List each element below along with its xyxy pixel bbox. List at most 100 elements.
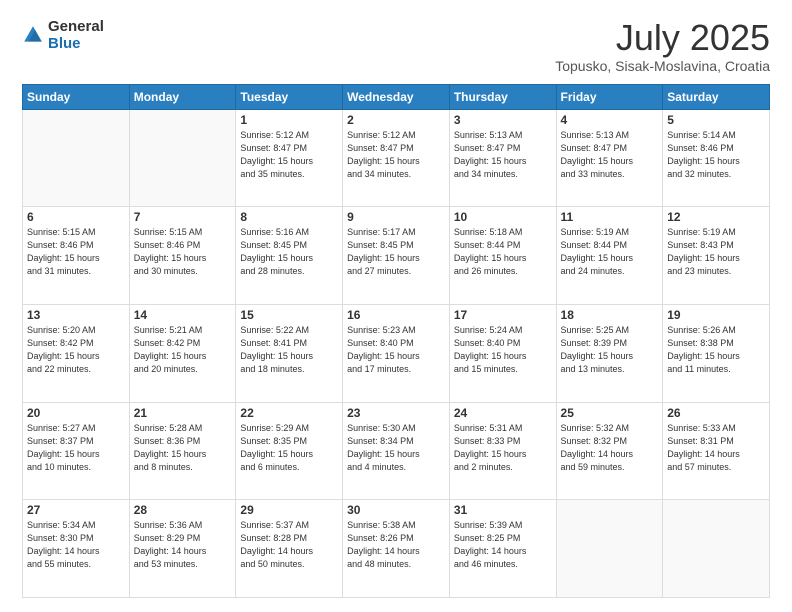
day-info: Sunrise: 5:24 AM Sunset: 8:40 PM Dayligh… <box>454 324 552 376</box>
day-info: Sunrise: 5:19 AM Sunset: 8:43 PM Dayligh… <box>667 226 765 278</box>
header-tuesday: Tuesday <box>236 84 343 109</box>
day-number: 24 <box>454 406 552 420</box>
day-cell-0-0 <box>23 109 130 207</box>
day-number: 14 <box>134 308 232 322</box>
day-number: 8 <box>240 210 338 224</box>
day-info: Sunrise: 5:34 AM Sunset: 8:30 PM Dayligh… <box>27 519 125 571</box>
day-info: Sunrise: 5:32 AM Sunset: 8:32 PM Dayligh… <box>561 422 659 474</box>
day-info: Sunrise: 5:20 AM Sunset: 8:42 PM Dayligh… <box>27 324 125 376</box>
day-info: Sunrise: 5:17 AM Sunset: 8:45 PM Dayligh… <box>347 226 445 278</box>
title-month: July 2025 <box>555 18 770 58</box>
day-number: 9 <box>347 210 445 224</box>
logo-blue: Blue <box>48 35 81 52</box>
day-info: Sunrise: 5:28 AM Sunset: 8:36 PM Dayligh… <box>134 422 232 474</box>
day-number: 27 <box>27 503 125 517</box>
day-info: Sunrise: 5:13 AM Sunset: 8:47 PM Dayligh… <box>454 129 552 181</box>
day-cell-1-1: 7Sunrise: 5:15 AM Sunset: 8:46 PM Daylig… <box>129 207 236 305</box>
day-info: Sunrise: 5:37 AM Sunset: 8:28 PM Dayligh… <box>240 519 338 571</box>
header-saturday: Saturday <box>663 84 770 109</box>
header-wednesday: Wednesday <box>343 84 450 109</box>
day-info: Sunrise: 5:12 AM Sunset: 8:47 PM Dayligh… <box>347 129 445 181</box>
day-info: Sunrise: 5:13 AM Sunset: 8:47 PM Dayligh… <box>561 129 659 181</box>
day-info: Sunrise: 5:14 AM Sunset: 8:46 PM Dayligh… <box>667 129 765 181</box>
day-cell-0-4: 3 Sunrise: 5:13 AM Sunset: 8:47 PM Daylig… <box>449 109 556 207</box>
logo-text: General Blue <box>48 18 104 53</box>
day-info: Sunrise: 5:26 AM Sunset: 8:38 PM Dayligh… <box>667 324 765 376</box>
day-cell-0-3: 2 Sunrise: 5:12 AM Sunset: 8:47 PM Daylig… <box>343 109 450 207</box>
day-number: 28 <box>134 503 232 517</box>
day-cell-4-0: 27 Sunrise: 5:34 AM Sunset: 8:30 PM Dayli… <box>23 500 130 598</box>
day-number: 20 <box>27 406 125 420</box>
day-cell-1-2: 8 Sunrise: 5:16 AM Sunset: 8:45 PM Daylig… <box>236 207 343 305</box>
day-info: Sunrise: 5:21 AM Sunset: 8:42 PM Dayligh… <box>134 324 232 376</box>
title-location: Topusko, Sisak-Moslavina, Croatia <box>555 58 770 74</box>
header-friday: Friday <box>556 84 663 109</box>
day-number: 17 <box>454 308 552 322</box>
day-info: Sunrise: 5:23 AM Sunset: 8:40 PM Dayligh… <box>347 324 445 376</box>
day-number: 15 <box>240 308 338 322</box>
day-cell-2-2: 15 Sunrise: 5:22 AM Sunset: 8:41 PM Dayli… <box>236 304 343 402</box>
day-number: 19 <box>667 308 765 322</box>
day-cell-2-5: 18Sunrise: 5:25 AM Sunset: 8:39 PM Dayli… <box>556 304 663 402</box>
week-row-1: 1Sunrise: 5:12 AM Sunset: 8:47 PM Daylig… <box>23 109 770 207</box>
day-cell-2-3: 16 Sunrise: 5:23 AM Sunset: 8:40 PM Dayli… <box>343 304 450 402</box>
day-number: 21 <box>134 406 232 420</box>
day-info: Sunrise: 5:19 AM Sunset: 8:44 PM Dayligh… <box>561 226 659 278</box>
page: General Blue July 2025 Topusko, Sisak-Mo… <box>0 0 792 612</box>
day-cell-0-2: 1Sunrise: 5:12 AM Sunset: 8:47 PM Daylig… <box>236 109 343 207</box>
day-number: 11 <box>561 210 659 224</box>
header-monday: Monday <box>129 84 236 109</box>
day-number: 23 <box>347 406 445 420</box>
title-block: July 2025 Topusko, Sisak-Moslavina, Croa… <box>555 18 770 74</box>
day-info: Sunrise: 5:16 AM Sunset: 8:45 PM Dayligh… <box>240 226 338 278</box>
day-cell-3-3: 23 Sunrise: 5:30 AM Sunset: 8:34 PM Dayli… <box>343 402 450 500</box>
day-info: Sunrise: 5:33 AM Sunset: 8:31 PM Dayligh… <box>667 422 765 474</box>
day-cell-1-4: 10Sunrise: 5:18 AM Sunset: 8:44 PM Dayli… <box>449 207 556 305</box>
day-cell-1-6: 12Sunrise: 5:19 AM Sunset: 8:43 PM Dayli… <box>663 207 770 305</box>
day-number: 25 <box>561 406 659 420</box>
header: General Blue July 2025 Topusko, Sisak-Mo… <box>22 18 770 74</box>
header-sunday: Sunday <box>23 84 130 109</box>
day-info: Sunrise: 5:29 AM Sunset: 8:35 PM Dayligh… <box>240 422 338 474</box>
day-cell-2-0: 13Sunrise: 5:20 AM Sunset: 8:42 PM Dayli… <box>23 304 130 402</box>
week-row-3: 13Sunrise: 5:20 AM Sunset: 8:42 PM Dayli… <box>23 304 770 402</box>
day-info: Sunrise: 5:39 AM Sunset: 8:25 PM Dayligh… <box>454 519 552 571</box>
day-info: Sunrise: 5:22 AM Sunset: 8:41 PM Dayligh… <box>240 324 338 376</box>
day-cell-4-1: 28Sunrise: 5:36 AM Sunset: 8:29 PM Dayli… <box>129 500 236 598</box>
day-number: 18 <box>561 308 659 322</box>
day-info: Sunrise: 5:38 AM Sunset: 8:26 PM Dayligh… <box>347 519 445 571</box>
day-cell-1-5: 11 Sunrise: 5:19 AM Sunset: 8:44 PM Dayli… <box>556 207 663 305</box>
day-number: 4 <box>561 113 659 127</box>
day-info: Sunrise: 5:30 AM Sunset: 8:34 PM Dayligh… <box>347 422 445 474</box>
day-cell-0-5: 4 Sunrise: 5:13 AM Sunset: 8:47 PM Daylig… <box>556 109 663 207</box>
day-cell-4-4: 31Sunrise: 5:39 AM Sunset: 8:25 PM Dayli… <box>449 500 556 598</box>
day-number: 30 <box>347 503 445 517</box>
day-cell-4-2: 29Sunrise: 5:37 AM Sunset: 8:28 PM Dayli… <box>236 500 343 598</box>
day-cell-3-4: 24Sunrise: 5:31 AM Sunset: 8:33 PM Dayli… <box>449 402 556 500</box>
week-row-4: 20Sunrise: 5:27 AM Sunset: 8:37 PM Dayli… <box>23 402 770 500</box>
day-number: 26 <box>667 406 765 420</box>
day-info: Sunrise: 5:12 AM Sunset: 8:47 PM Dayligh… <box>240 129 338 181</box>
day-number: 22 <box>240 406 338 420</box>
day-info: Sunrise: 5:15 AM Sunset: 8:46 PM Dayligh… <box>27 226 125 278</box>
logo-icon <box>22 24 44 46</box>
day-cell-1-3: 9 Sunrise: 5:17 AM Sunset: 8:45 PM Daylig… <box>343 207 450 305</box>
day-cell-2-6: 19 Sunrise: 5:26 AM Sunset: 8:38 PM Dayli… <box>663 304 770 402</box>
day-number: 3 <box>454 113 552 127</box>
day-number: 5 <box>667 113 765 127</box>
day-cell-3-5: 25 Sunrise: 5:32 AM Sunset: 8:32 PM Dayli… <box>556 402 663 500</box>
header-thursday: Thursday <box>449 84 556 109</box>
day-cell-3-2: 22 Sunrise: 5:29 AM Sunset: 8:35 PM Dayli… <box>236 402 343 500</box>
week-row-2: 6Sunrise: 5:15 AM Sunset: 8:46 PM Daylig… <box>23 207 770 305</box>
logo: General Blue <box>22 18 104 53</box>
day-cell-3-1: 21 Sunrise: 5:28 AM Sunset: 8:36 PM Dayli… <box>129 402 236 500</box>
logo-general: General <box>48 18 104 35</box>
day-cell-3-0: 20Sunrise: 5:27 AM Sunset: 8:37 PM Dayli… <box>23 402 130 500</box>
week-row-5: 27 Sunrise: 5:34 AM Sunset: 8:30 PM Dayli… <box>23 500 770 598</box>
day-number: 16 <box>347 308 445 322</box>
day-cell-2-1: 14 Sunrise: 5:21 AM Sunset: 8:42 PM Dayli… <box>129 304 236 402</box>
day-number: 2 <box>347 113 445 127</box>
day-cell-0-6: 5 Sunrise: 5:14 AM Sunset: 8:46 PM Daylig… <box>663 109 770 207</box>
day-cell-4-6 <box>663 500 770 598</box>
weekday-header-row: Sunday Monday Tuesday Wednesday Thursday… <box>23 84 770 109</box>
